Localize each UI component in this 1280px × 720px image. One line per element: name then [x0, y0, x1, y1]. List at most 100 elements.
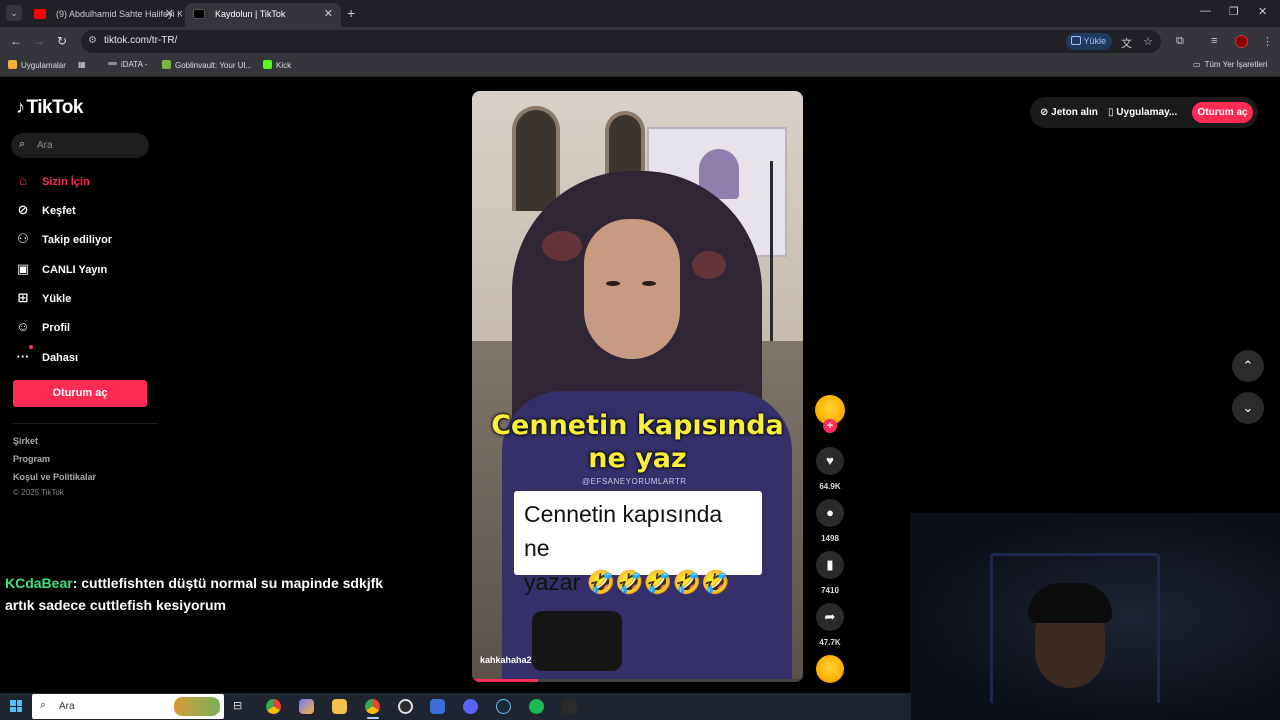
street-lamp: [770, 161, 773, 361]
footer-company-link[interactable]: Şirket: [13, 436, 38, 446]
get-coins-button[interactable]: ⊘ Jeton alın: [1040, 107, 1098, 118]
kebab-menu-icon[interactable]: ⋮: [1262, 35, 1273, 48]
video-player[interactable]: Cennetin kapısında ne yaz @EFSANEYORUMLA…: [472, 91, 803, 682]
app-icon[interactable]: [430, 699, 445, 714]
video-person-face: [584, 219, 680, 359]
scarf-pattern: [542, 231, 582, 261]
caption-line: ne yaz: [588, 443, 687, 474]
tab-strip: ⌄ (9) Abdulhamid Sahte Halifeyi K ✕ Kayd…: [0, 0, 1280, 27]
copyright: © 2025 TikTok: [13, 488, 64, 497]
youtube-icon: [34, 9, 46, 19]
nav-explore[interactable]: ⊘ Keşfet: [14, 199, 76, 221]
like-button[interactable]: ♥: [816, 447, 844, 475]
share-arrow-icon: ➦: [824, 609, 836, 624]
taskbar-search-placeholder: Ara: [59, 701, 75, 712]
app-icon[interactable]: [562, 699, 577, 714]
webcam-overlay: [910, 513, 1280, 720]
video-progress-bar[interactable]: [472, 679, 803, 682]
media-control-icon[interactable]: ≡: [1211, 35, 1217, 47]
restore-icon[interactable]: ❐: [1229, 5, 1239, 18]
apps-grid-icon: [8, 60, 17, 69]
taskbar-search-input[interactable]: ⌕ Ara: [32, 694, 224, 719]
search-placeholder: Ara: [37, 140, 53, 151]
share-button[interactable]: ➦: [816, 603, 844, 631]
upload-pill-button[interactable]: Yükle: [1066, 33, 1112, 50]
nav-live[interactable]: ▣ CANLI Yayın: [14, 258, 107, 280]
task-view-icon[interactable]: ⊟: [233, 699, 248, 714]
goblinvault-icon: [162, 60, 171, 69]
bookmark-kick[interactable]: Kick: [263, 60, 291, 70]
eye: [642, 281, 656, 286]
reload-icon[interactable]: ↻: [57, 34, 67, 48]
all-bookmarks[interactable]: ▭ Tüm Yer İşaretleri: [1193, 60, 1267, 69]
chrome-icon[interactable]: [266, 699, 281, 714]
steam-icon[interactable]: [496, 699, 511, 714]
text-box-line: Cennetin kapısında ne: [524, 501, 723, 561]
nav-profile[interactable]: ☺ Profil: [14, 316, 70, 338]
login-button[interactable]: Oturum aç: [13, 380, 147, 407]
extensions-icon[interactable]: ⧉: [1176, 35, 1184, 48]
tiktok-note-icon: ♪: [16, 97, 25, 117]
nav-upload[interactable]: ⊞ Yükle: [14, 287, 72, 309]
share-count: 47.7K: [819, 638, 841, 647]
search-input[interactable]: ⌕ Ara: [11, 133, 149, 158]
forward-icon[interactable]: →: [33, 34, 45, 48]
top-login-button[interactable]: Oturum aç: [1192, 102, 1253, 123]
nav-for-you[interactable]: ⌂ Sizin İçin: [14, 170, 90, 192]
previous-video-button[interactable]: ⌃: [1232, 350, 1264, 382]
tab-groups-icon[interactable]: ▦: [78, 60, 86, 69]
address-bar[interactable]: ⚙ tiktok.com/tr-TR/: [81, 30, 1161, 53]
site-info-icon[interactable]: ⚙: [88, 35, 97, 46]
save-button[interactable]: ▮: [816, 551, 844, 579]
all-bookmarks-label: Tüm Yer İşaretleri: [1204, 60, 1268, 69]
minimize-icon[interactable]: —: [1200, 5, 1211, 17]
video-username[interactable]: kahkahaha2: [480, 655, 532, 665]
nav-label: Keşfet: [42, 205, 76, 217]
video-watermark: @EFSANEYORUMLARTR: [582, 477, 687, 486]
bookmark-label: Goblinvault: Your Ul...: [175, 61, 252, 70]
save-count: 7410: [821, 586, 839, 595]
bookmark-label: iDATA -: [121, 60, 148, 69]
nav-following[interactable]: ⚇ Takip ediliyor: [14, 228, 112, 250]
progress-fill: [472, 679, 539, 682]
footer-program-link[interactable]: Program: [13, 454, 50, 464]
browser-tab-youtube[interactable]: (9) Abdulhamid Sahte Halifeyi K ✕: [26, 3, 182, 27]
nav-label: Profil: [42, 322, 71, 334]
obs-icon[interactable]: [398, 699, 413, 714]
comment-button[interactable]: ●: [816, 499, 844, 527]
video-bag: [532, 611, 622, 671]
streamer-hair: [1028, 583, 1112, 623]
windows-start-icon[interactable]: [10, 700, 22, 712]
bookmark-goblinvault[interactable]: Goblinvault: Your Ul...: [162, 60, 252, 70]
tiktok-logo[interactable]: ♪ TikTok: [16, 97, 83, 119]
tab-search-button[interactable]: ⌄: [6, 5, 22, 21]
new-tab-button[interactable]: +: [347, 5, 355, 21]
spotify-icon[interactable]: [529, 699, 544, 714]
discord-icon[interactable]: [463, 699, 478, 714]
text-box-line: yazar 🤣🤣🤣🤣🤣: [524, 569, 730, 595]
translate-icon[interactable]: 文: [1121, 35, 1132, 51]
get-app-button[interactable]: ▯ Uygulamay...: [1108, 107, 1177, 118]
nav-label: Dahası: [42, 352, 79, 364]
file-explorer-icon[interactable]: [332, 699, 347, 714]
bookmark-idata[interactable]: iDATA -: [108, 60, 147, 69]
nav-label: CANLI Yayın: [42, 264, 108, 276]
search-icon: ⌕: [40, 699, 47, 711]
next-video-button[interactable]: ⌄: [1232, 392, 1264, 424]
close-tab-icon[interactable]: ✕: [165, 3, 174, 25]
follow-plus-icon[interactable]: +: [823, 419, 837, 433]
chrome-icon[interactable]: [365, 699, 380, 714]
back-icon[interactable]: ←: [10, 34, 22, 48]
bookmark-label: Kick: [276, 61, 292, 70]
footer-terms-link[interactable]: Koşul ve Politikalar: [13, 472, 96, 482]
close-window-icon[interactable]: ✕: [1258, 5, 1267, 18]
music-disc-icon[interactable]: [816, 655, 844, 683]
browser-tab-tiktok[interactable]: Kaydolun | TikTok ✕: [185, 3, 341, 27]
profile-avatar[interactable]: [1235, 35, 1248, 48]
nav-more[interactable]: ··· Dahası: [14, 345, 79, 368]
copilot-icon[interactable]: [299, 699, 314, 714]
search-highlight-image: [174, 697, 220, 716]
close-tab-icon[interactable]: ✕: [324, 3, 333, 25]
star-icon[interactable]: ☆: [1143, 35, 1153, 48]
bookmark-apps[interactable]: Uygulamalar: [8, 60, 66, 70]
